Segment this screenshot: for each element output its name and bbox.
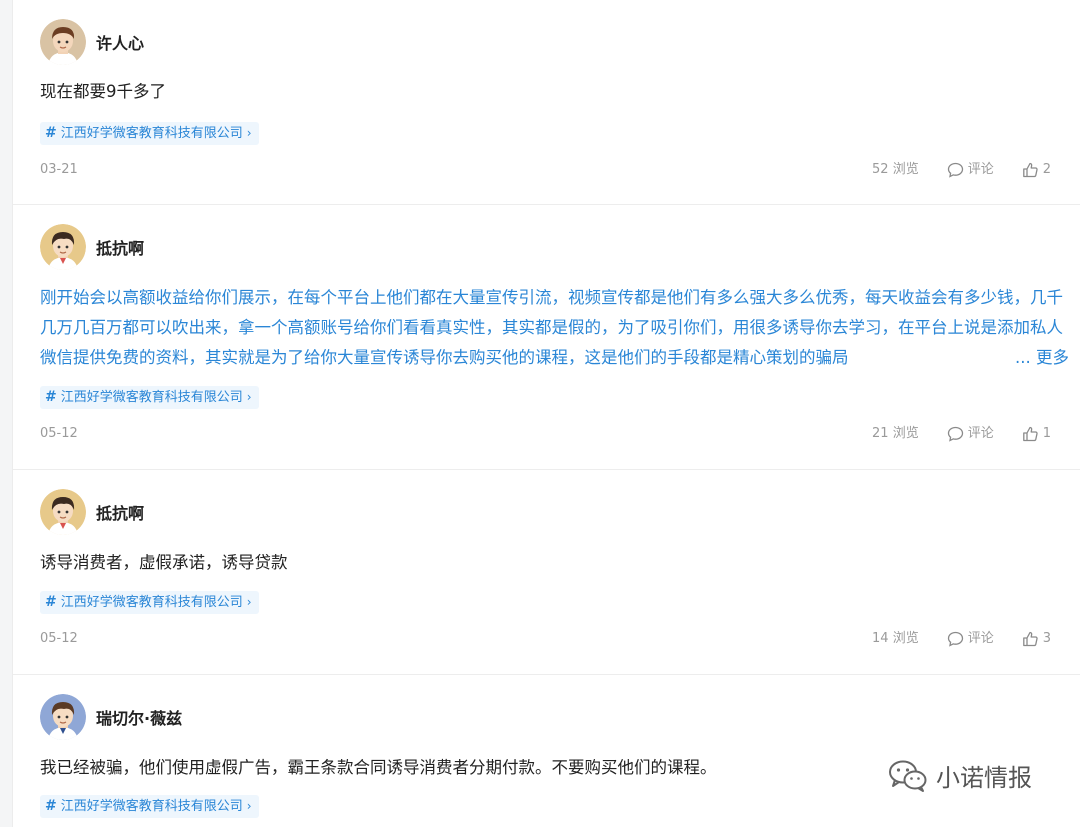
comment-header: 抵抗啊: [40, 489, 144, 535]
comment-date: 05-12: [40, 631, 78, 646]
comment-label: 评论: [967, 162, 994, 177]
author-name[interactable]: 抵抗啊: [96, 500, 144, 524]
company-tag[interactable]: # 江西好学微客教育科技有限公司 ›: [40, 122, 259, 145]
comment-feed: 许人心 现在都要9千多了 # 江西好学微客教育科技有限公司 › 03-21 52…: [12, 0, 1080, 827]
wechat-logo-icon: [889, 760, 927, 792]
comment-text: 现在都要9千多了: [40, 82, 166, 101]
comment-date: 03-21: [40, 162, 78, 177]
like-button[interactable]: 1: [1022, 424, 1051, 444]
author-name[interactable]: 许人心: [96, 30, 144, 54]
chevron-right-icon: ›: [246, 595, 252, 609]
hashtag-icon: #: [45, 798, 57, 814]
like-count: 3: [1042, 631, 1051, 646]
avatar[interactable]: [40, 19, 86, 65]
hashtag-icon: #: [45, 389, 57, 405]
thumbs-up-icon: [1022, 426, 1038, 442]
hashtag-icon: #: [45, 125, 57, 141]
like-count: 1: [1042, 426, 1051, 441]
comment-meta: 03-21 52 浏览 评论 2: [40, 160, 1051, 180]
thumbs-up-icon: [1022, 631, 1038, 647]
company-tag[interactable]: # 江西好学微客教育科技有限公司 ›: [40, 795, 259, 818]
comment-text: 诱导消费者，虚假承诺，诱导贷款: [40, 553, 288, 572]
comment-header: 抵抗啊: [40, 224, 144, 270]
chevron-right-icon: ›: [246, 126, 252, 140]
avatar[interactable]: [40, 224, 86, 270]
comment-text[interactable]: 刚开始会以高额收益给你们展示，在每个平台上他们都在大量宣传引流，视频宣传都是他们…: [40, 283, 1065, 373]
comment-card: 抵抗啊 刚开始会以高额收益给你们展示，在每个平台上他们都在大量宣传引流，视频宣传…: [13, 205, 1080, 470]
comment-header: 瑞切尔·薇兹: [40, 694, 182, 740]
avatar[interactable]: [40, 694, 86, 740]
company-tag-label: 江西好学微客教育科技有限公司: [60, 390, 243, 405]
comment-stats: 52 浏览 评论 2: [844, 160, 1051, 180]
comment-meta: 05-12 21 浏览 评论 1: [40, 424, 1051, 444]
comment-icon: [947, 162, 963, 178]
comment-stats: 21 浏览 评论 1: [844, 424, 1051, 444]
comment-icon: [947, 631, 963, 647]
view-count: 14 浏览: [872, 631, 919, 646]
company-tag[interactable]: # 江西好学微客教育科技有限公司 ›: [40, 591, 259, 614]
comment-text-body: 刚开始会以高额收益给你们展示，在每个平台上他们都在大量宣传引流，视频宣传都是他们…: [40, 288, 1063, 367]
comment-card: 许人心 现在都要9千多了 # 江西好学微客教育科技有限公司 › 03-21 52…: [13, 0, 1080, 205]
author-name[interactable]: 抵抗啊: [96, 235, 144, 259]
comment-meta: 05-12 14 浏览 评论 3: [40, 629, 1051, 649]
chevron-right-icon: ›: [246, 390, 252, 404]
comment-card: 瑞切尔·薇兹 我已经被骗，他们使用虚假广告，霸王条款合同诱导消费者分期付款。不要…: [13, 675, 1080, 827]
comment-icon: [947, 426, 963, 442]
comment-stats: 14 浏览 评论 3: [844, 629, 1051, 649]
hashtag-icon: #: [45, 594, 57, 610]
comment-button[interactable]: 评论: [947, 160, 994, 180]
thumbs-up-icon: [1022, 162, 1038, 178]
more-link[interactable]: ... 更多: [993, 343, 1069, 373]
comment-header: 许人心: [40, 19, 144, 65]
like-count: 2: [1042, 162, 1051, 177]
view-count: 21 浏览: [872, 426, 919, 441]
company-tag-label: 江西好学微客教育科技有限公司: [60, 595, 243, 610]
comment-date: 05-12: [40, 426, 78, 441]
comment-label: 评论: [967, 426, 994, 441]
author-name[interactable]: 瑞切尔·薇兹: [96, 705, 182, 729]
company-tag-label: 江西好学微客教育科技有限公司: [60, 126, 243, 141]
company-tag[interactable]: # 江西好学微客教育科技有限公司 ›: [40, 386, 259, 409]
like-button[interactable]: 2: [1022, 160, 1051, 180]
chevron-right-icon: ›: [246, 799, 252, 813]
comment-button[interactable]: 评论: [947, 424, 994, 444]
like-button[interactable]: 3: [1022, 629, 1051, 649]
avatar[interactable]: [40, 489, 86, 535]
comment-button[interactable]: 评论: [947, 629, 994, 649]
company-tag-label: 江西好学微客教育科技有限公司: [60, 799, 243, 814]
watermark: 小诺情报: [888, 758, 1032, 793]
view-count: 52 浏览: [872, 162, 919, 177]
comment-card: 抵抗啊 诱导消费者，虚假承诺，诱导贷款 # 江西好学微客教育科技有限公司 › 0…: [13, 470, 1080, 675]
comment-label: 评论: [967, 631, 994, 646]
watermark-text: 小诺情报: [936, 764, 1032, 792]
